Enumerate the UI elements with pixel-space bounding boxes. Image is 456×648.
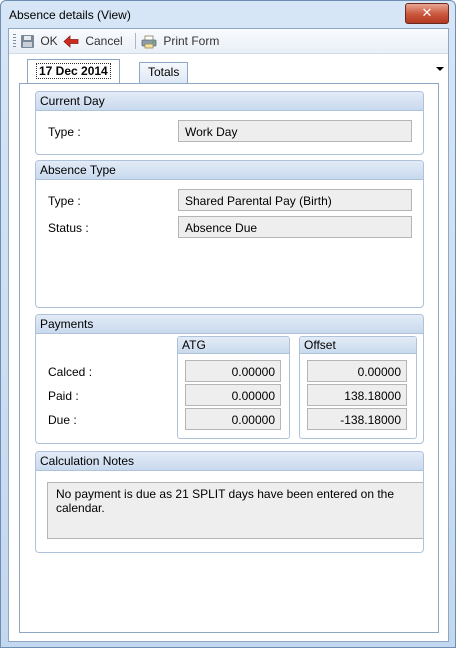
tab-totals[interactable]: Totals	[139, 62, 189, 83]
print-form-label: Print Form	[163, 34, 220, 48]
atg-column-header: ATG	[178, 337, 289, 354]
due-offset-field[interactable]: -138.18000	[307, 408, 407, 430]
current-day-type-label: Type :	[48, 125, 81, 139]
calculation-notes-field[interactable]: No payment is due as 21 SPLIT days have …	[47, 482, 423, 539]
close-button[interactable]: ✕	[405, 3, 449, 24]
absence-type-group: Absence Type Type : Shared Parental Pay …	[35, 160, 424, 308]
current-day-type-field[interactable]: Work Day	[178, 120, 412, 142]
cancel-button[interactable]: Cancel	[63, 33, 123, 49]
ok-label: OK	[40, 34, 58, 48]
tab-label: Totals	[148, 65, 180, 79]
absence-type-label: Type :	[48, 194, 81, 208]
print-form-button[interactable]: Print Form	[141, 33, 219, 49]
group-header: Payments	[36, 315, 423, 334]
tab-page: Current Day Type : Work Day Absence Type…	[19, 83, 439, 633]
group-header: Calculation Notes	[36, 452, 423, 471]
due-label: Due :	[48, 413, 77, 427]
close-icon: ✕	[421, 5, 433, 20]
paid-atg-field[interactable]: 0.00000	[185, 384, 281, 406]
calculation-notes-group: Calculation Notes No payment is due as 2…	[35, 451, 424, 553]
paid-offset-field[interactable]: 138.18000	[307, 384, 407, 406]
tab-strip: 17 Dec 2014 Totals	[9, 53, 448, 83]
back-arrow-icon	[63, 35, 79, 49]
toolbar-separator	[135, 33, 136, 49]
offset-column-header: Offset	[300, 337, 416, 354]
group-header: Current Day	[36, 92, 423, 111]
toolbar-grip-icon[interactable]	[13, 34, 16, 48]
tab-dropdown-icon[interactable]	[436, 67, 444, 71]
due-atg-field[interactable]: 0.00000	[185, 408, 281, 430]
absence-type-field[interactable]: Shared Parental Pay (Birth)	[178, 189, 412, 211]
tab-label: 17 Dec 2014	[36, 63, 111, 79]
calced-atg-field[interactable]: 0.00000	[185, 360, 281, 382]
group-header: Absence Type	[36, 161, 423, 180]
paid-label: Paid :	[48, 389, 79, 403]
payments-group: Payments ATG Offset Calced : 0.00000 0.0…	[35, 314, 424, 444]
title-bar: Absence details (View) ✕	[1, 1, 455, 29]
save-disk-icon	[21, 35, 34, 49]
window-title: Absence details (View)	[9, 8, 131, 22]
absence-status-field[interactable]: Absence Due	[178, 216, 412, 238]
toolbar: OK Cancel Print Form	[9, 29, 448, 54]
printer-icon	[141, 35, 157, 49]
tab-17-dec-2014[interactable]: 17 Dec 2014	[27, 59, 120, 83]
cancel-label: Cancel	[85, 34, 123, 48]
calced-label: Calced :	[48, 365, 93, 379]
absence-status-label: Status :	[48, 221, 89, 235]
ok-button[interactable]: OK	[21, 33, 58, 49]
calced-offset-field[interactable]: 0.00000	[307, 360, 407, 382]
client-area: OK Cancel Print Form 17 Dec 2014 Totals …	[8, 28, 449, 642]
current-day-group: Current Day Type : Work Day	[35, 91, 424, 155]
dialog-window: Absence details (View) ✕ OK Cancel Print…	[0, 0, 456, 648]
